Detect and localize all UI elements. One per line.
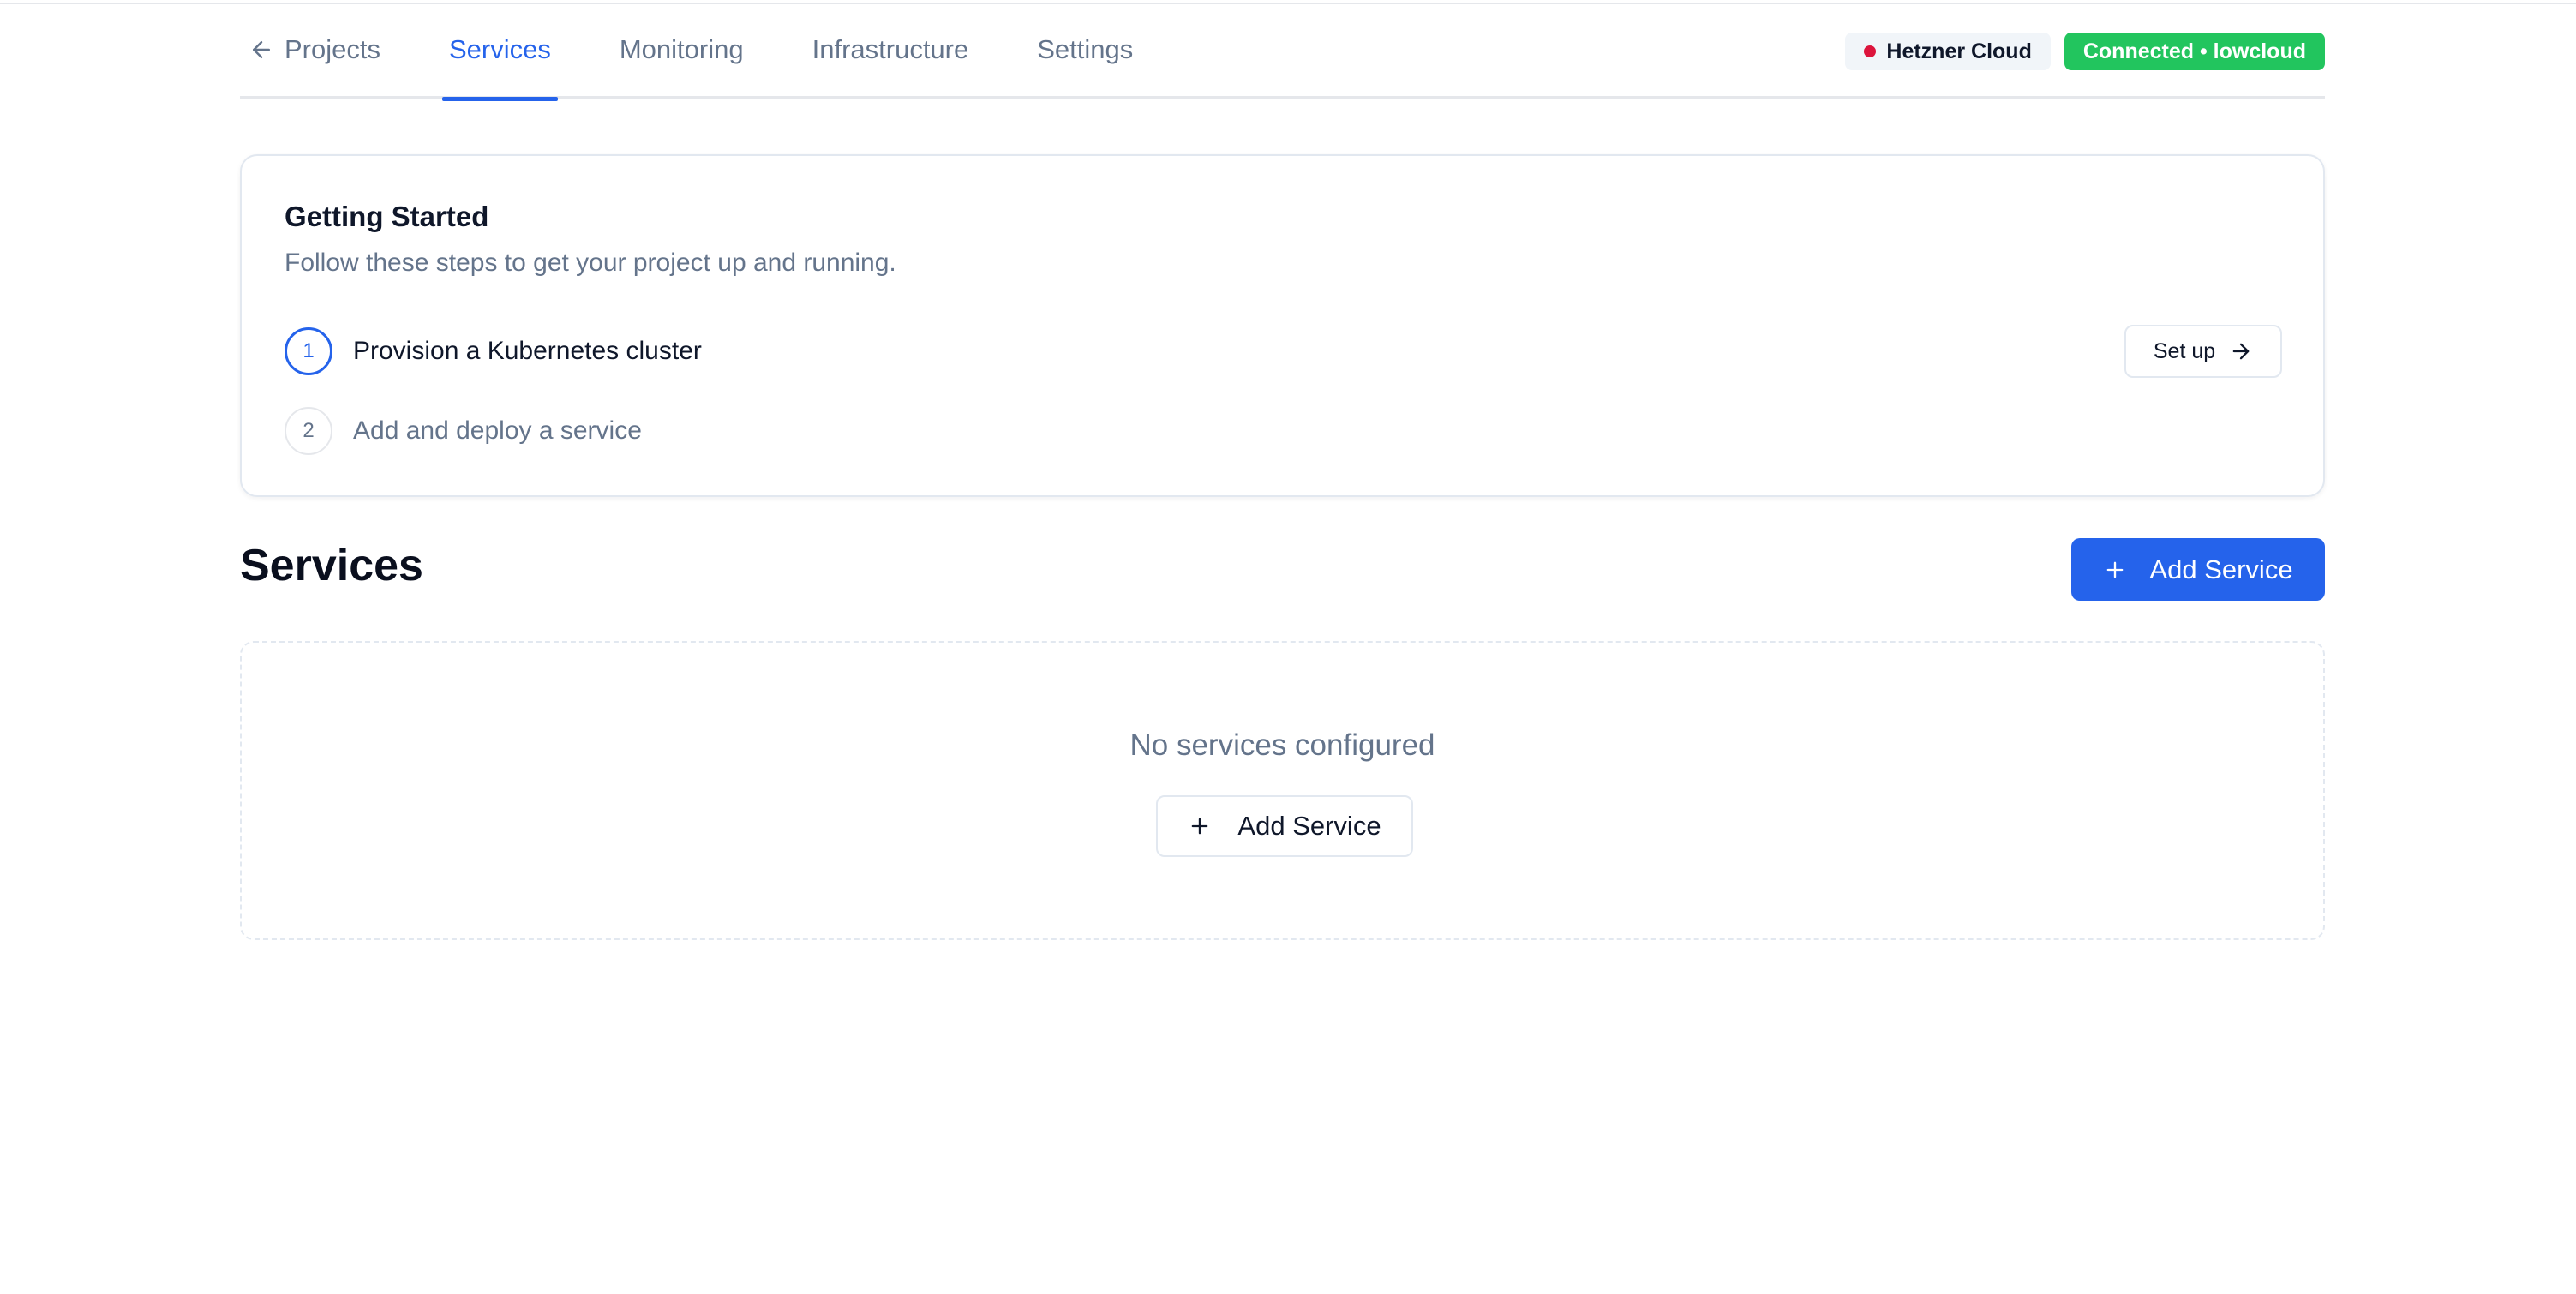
page-container: Projects Services Monitoring Infrastruct…: [240, 0, 2325, 940]
tab-label: Services: [448, 33, 551, 64]
arrow-left-icon: [253, 40, 270, 58]
empty-state-text: No services configured: [1129, 728, 1435, 762]
plus-icon: [1192, 818, 1208, 835]
top-nav: Projects Services Monitoring Infrastruct…: [240, 0, 2325, 101]
step-item: 1 Provision a Kubernetes cluster: [285, 327, 702, 375]
arrow-right-icon: [2232, 343, 2250, 360]
header-badges: Hetzner Cloud Connected • lowcloud: [1845, 33, 2325, 70]
getting-started-card: Getting Started Follow these steps to ge…: [240, 154, 2325, 497]
tab-label: Infrastructure: [812, 33, 969, 64]
getting-started-subtitle: Follow these steps to get your project u…: [285, 249, 896, 277]
step-number: 2: [285, 407, 332, 455]
add-service-button[interactable]: Add Service: [2071, 538, 2325, 601]
services-heading: Services: [240, 541, 423, 590]
tab-projects[interactable]: Projects: [240, 0, 387, 99]
empty-add-service-label: Add Service: [1237, 811, 1381, 841]
step-number: 1: [285, 327, 332, 375]
tab-monitoring[interactable]: Monitoring: [613, 0, 751, 99]
services-empty-state: No services configured Add Service: [240, 641, 2325, 940]
add-service-label: Add Service: [2149, 554, 2293, 584]
tab-label: Monitoring: [619, 33, 744, 64]
tab-label: Settings: [1037, 33, 1134, 64]
provider-badge-label: Hetzner Cloud: [1886, 39, 2032, 63]
step-label: Provision a Kubernetes cluster: [353, 337, 702, 365]
tab-services[interactable]: Services: [441, 0, 558, 101]
setup-button-label: Set up: [2153, 338, 2216, 363]
plus-icon: [2107, 561, 2124, 578]
connection-status-badge: Connected • lowcloud: [2064, 33, 2325, 70]
setup-button[interactable]: Set up: [2124, 325, 2282, 378]
provider-badge: Hetzner Cloud: [1845, 33, 2051, 70]
step-item: 2 Add and deploy a service: [285, 407, 642, 455]
step-label: Add and deploy a service: [353, 416, 642, 445]
status-dot-icon: [1864, 45, 1877, 57]
tab-settings[interactable]: Settings: [1030, 0, 1140, 99]
tab-bar: Projects Services Monitoring Infrastruct…: [240, 0, 1195, 101]
empty-add-service-button[interactable]: Add Service: [1156, 795, 1413, 857]
connection-status-label: Connected • lowcloud: [2082, 39, 2306, 63]
getting-started-title: Getting Started: [285, 201, 489, 232]
tab-label: Projects: [285, 33, 380, 64]
tab-infrastructure[interactable]: Infrastructure: [806, 0, 976, 99]
